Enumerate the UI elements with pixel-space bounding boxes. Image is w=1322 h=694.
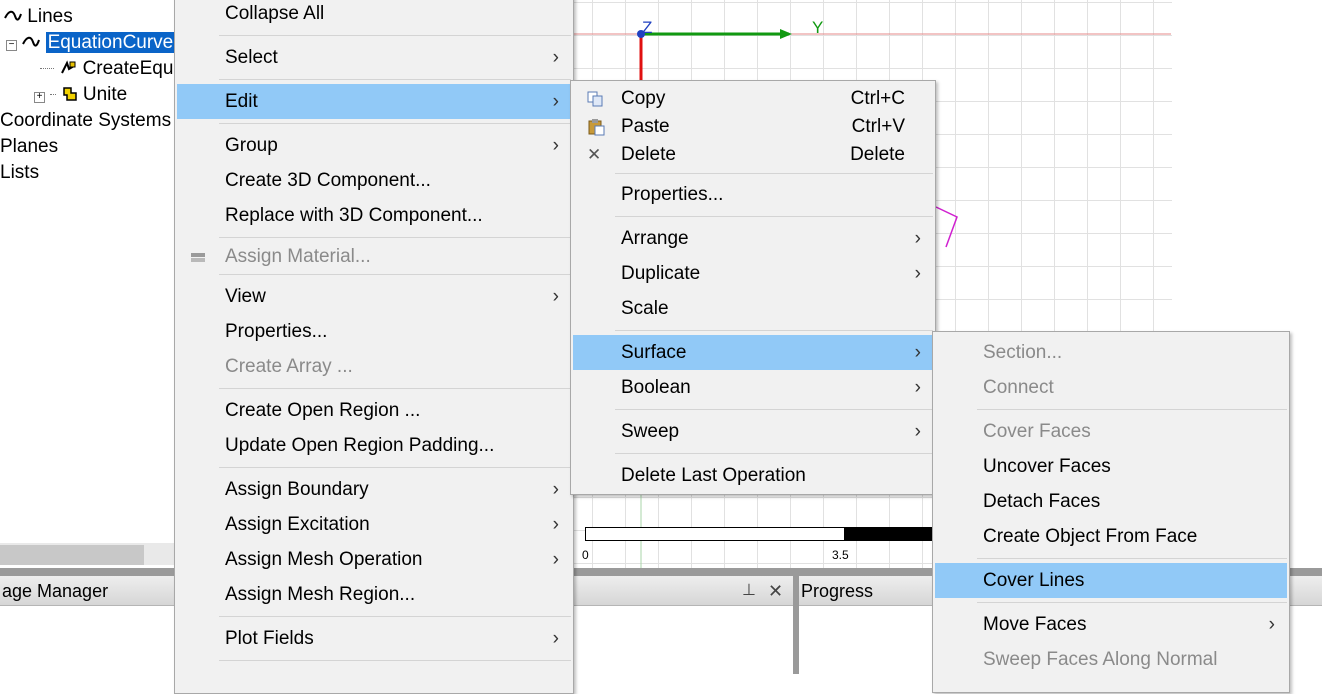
y-axis-label: Y <box>812 18 824 37</box>
menu-item-uncover-faces[interactable]: Uncover Faces <box>935 449 1287 484</box>
tree-item-equationcurve[interactable]: − EquationCurve <box>6 30 176 56</box>
tree-item-label: Planes <box>0 136 59 157</box>
context-menu-main: Collapse All Select › Edit › Group › Create… <box>174 0 574 694</box>
copy-icon <box>587 91 603 107</box>
y-axis-arrow <box>780 29 792 39</box>
menu-item-duplicate[interactable]: Duplicate › <box>573 256 933 291</box>
chevron-right-icon: › <box>552 135 559 156</box>
chevron-right-icon: › <box>552 514 559 535</box>
material-icon <box>191 253 205 262</box>
tree-item-planes[interactable]: Planes <box>0 134 58 160</box>
shortcut-label: Delete <box>850 144 905 165</box>
tree-item-label: Coordinate Systems <box>0 110 172 131</box>
chevron-right-icon: › <box>552 91 559 112</box>
menu-item-delete-last-operation[interactable]: Delete Last Operation <box>573 458 933 493</box>
menu-item-create-open-region[interactable]: Create Open Region ... <box>177 393 571 428</box>
menu-item-replace-with-3d-component[interactable]: Replace with 3D Component... <box>177 198 571 233</box>
z-axis-label: Z <box>642 18 653 37</box>
tree-item-coordinate-systems[interactable]: Coordinate Systems <box>0 108 171 134</box>
tree-item-createequation[interactable]: CreateEqua <box>40 56 184 82</box>
chevron-right-icon: › <box>552 479 559 500</box>
menu-item-cover-lines[interactable]: Cover Lines <box>935 563 1287 598</box>
menu-item-assign-mesh-region[interactable]: Assign Mesh Region... <box>177 577 571 612</box>
tree-item-label: EquationCurve <box>45 32 176 53</box>
collapse-toggle-icon[interactable]: − <box>6 40 17 51</box>
chevron-right-icon: › <box>1268 614 1275 635</box>
menu-item-delete[interactable]: ✕ Delete Delete <box>573 137 933 172</box>
chevron-right-icon: › <box>914 421 921 442</box>
tree-item-unite[interactable]: + Unite <box>34 82 127 108</box>
delete-icon: ✕ <box>587 145 602 164</box>
menu-item-collapse-all[interactable]: Collapse All <box>177 0 571 31</box>
menu-item-select[interactable]: Select › <box>177 40 571 75</box>
chevron-right-icon: › <box>552 47 559 68</box>
menu-item-create-object-from-face[interactable]: Create Object From Face <box>935 519 1287 554</box>
menu-item-edit[interactable]: Edit › <box>177 84 571 119</box>
tree-item-label: CreateEqua <box>82 58 184 79</box>
curve-icon <box>22 36 41 47</box>
menu-item-connect[interactable]: Connect <box>935 370 1287 405</box>
message-manager-title: age Manager <box>2 581 109 601</box>
menu-item-cover-faces[interactable]: Cover Faces <box>935 414 1287 449</box>
tree-item-label: Lines <box>27 6 73 27</box>
menu-item-assign-excitation[interactable]: Assign Excitation › <box>177 507 571 542</box>
expand-toggle-icon[interactable]: + <box>34 92 45 103</box>
tree-item-lists[interactable]: Lists <box>0 160 39 186</box>
scale-label-start: 0 <box>582 548 589 562</box>
tree-item-label: Unite <box>82 84 128 105</box>
create-equation-icon <box>61 60 76 74</box>
chevron-right-icon: › <box>552 628 559 649</box>
menu-item-sweep-faces-along-normal[interactable]: Sweep Faces Along Normal <box>935 642 1287 677</box>
pin-icon[interactable]: ⊥ <box>742 576 756 606</box>
menu-item-section[interactable]: Section... <box>935 335 1287 370</box>
chevron-right-icon: › <box>552 286 559 307</box>
menu-item-create-array[interactable]: Create Array ... <box>177 349 571 384</box>
unite-icon <box>62 87 77 101</box>
line-icon <box>4 10 22 21</box>
chevron-right-icon: › <box>552 549 559 570</box>
menu-item-sweep[interactable]: Sweep › <box>573 414 933 449</box>
model-tree: Lines − EquationCurve CreateEqua + Unite… <box>0 0 184 568</box>
menu-item-update-open-region-padding[interactable]: Update Open Region Padding... <box>177 428 571 463</box>
menu-item-plot-fields[interactable]: Plot Fields › <box>177 621 571 656</box>
chevron-right-icon: › <box>914 377 921 398</box>
curve-segment <box>935 206 958 248</box>
scrollbar-thumb[interactable] <box>0 545 144 565</box>
tree-item-label: Lists <box>0 162 40 183</box>
chevron-right-icon: › <box>914 228 921 249</box>
menu-item-boolean[interactable]: Boolean › <box>573 370 933 405</box>
paste-icon <box>588 119 605 136</box>
menu-item-view[interactable]: View › <box>177 279 571 314</box>
tree-connector <box>40 68 54 69</box>
menu-item-arrange[interactable]: Arrange › <box>573 221 933 256</box>
menu-item-surface[interactable]: Surface › <box>573 335 933 370</box>
chevron-right-icon: › <box>914 263 921 284</box>
progress-title: Progress <box>801 581 874 601</box>
menu-item-scale[interactable]: Scale <box>573 291 933 326</box>
close-icon[interactable]: ✕ <box>768 576 783 606</box>
menu-item-move-faces[interactable]: Move Faces › <box>935 607 1287 642</box>
menu-item-assign-material[interactable]: Assign Material... <box>177 239 571 274</box>
menu-item-assign-boundary[interactable]: Assign Boundary › <box>177 472 571 507</box>
context-menu-edit: Copy Ctrl+C Paste Ctrl+V ✕ Delete Delete… <box>570 80 936 495</box>
scale-label-mid: 3.5 <box>832 548 849 562</box>
tree-item-lines[interactable]: Lines <box>4 4 73 30</box>
menu-item-group[interactable]: Group › <box>177 128 571 163</box>
menu-item-assign-mesh-operation[interactable]: Assign Mesh Operation › <box>177 542 571 577</box>
context-menu-surface: Section... Connect Cover Faces Uncover F… <box>932 331 1290 693</box>
menu-item-detach-faces[interactable]: Detach Faces <box>935 484 1287 519</box>
scale-bar <box>585 527 987 541</box>
tree-connector <box>50 94 57 95</box>
menu-item-edit-properties[interactable]: Properties... <box>573 177 933 212</box>
chevron-right-icon: › <box>914 342 921 363</box>
menu-item-properties[interactable]: Properties... <box>177 314 571 349</box>
menu-item-create-3d-component[interactable]: Create 3D Component... <box>177 163 571 198</box>
tree-horizontal-scrollbar[interactable] <box>0 543 176 565</box>
